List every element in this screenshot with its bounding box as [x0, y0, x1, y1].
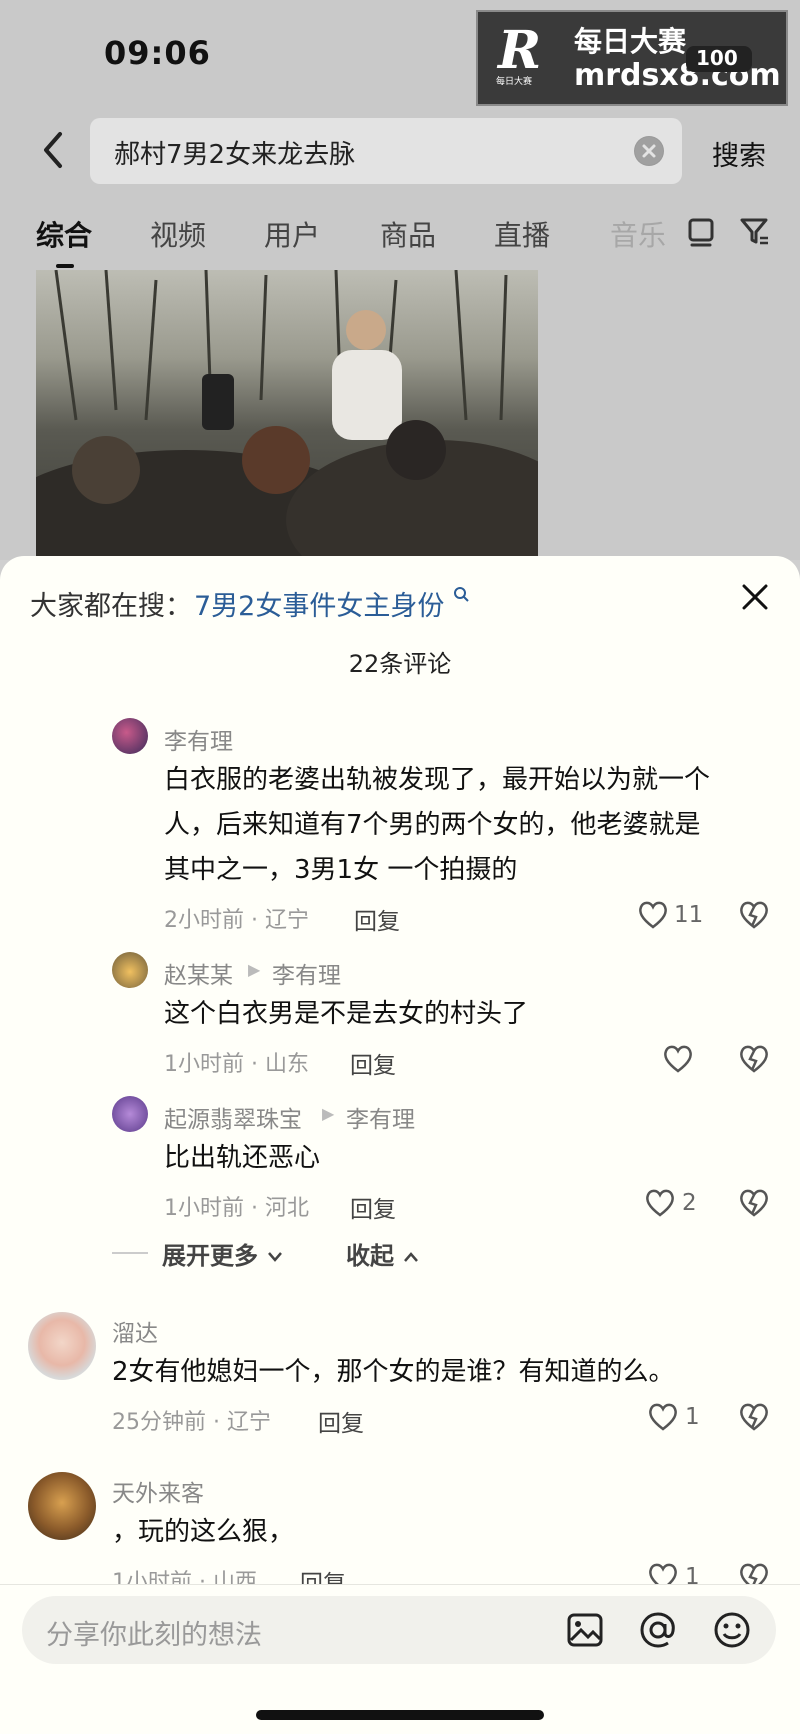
comment-username[interactable]: 溜达 — [112, 1314, 158, 1348]
avatar[interactable] — [112, 718, 148, 754]
comment-text-line: ，玩的这么狠， — [112, 1517, 295, 1547]
like-count: 11 — [674, 902, 704, 928]
comment-text-line: 人，后来知道有7个男的两个女的，他老婆就是 — [164, 810, 701, 840]
comment-meta: 1小时前 · 山东 — [164, 1052, 309, 1077]
battery-level: 100 — [696, 46, 738, 70]
tab-all[interactable]: 综合 — [36, 214, 92, 254]
reply-button[interactable]: 回复 — [318, 1404, 364, 1438]
tab-users[interactable]: 用户 — [264, 214, 320, 254]
comment-username[interactable]: 起源翡翠珠宝 — [164, 1100, 302, 1134]
expand-more-button[interactable]: 展开更多 — [162, 1236, 284, 1271]
comment-text-line: 比出轨还恶心 — [164, 1143, 321, 1173]
chevron-up-icon — [404, 1252, 419, 1262]
expand-divider — [112, 1252, 148, 1254]
search-input[interactable]: 郝村7男2女来龙去脉 — [90, 118, 682, 184]
collapse-label: 收起 — [346, 1242, 394, 1270]
avatar[interactable] — [112, 1096, 148, 1132]
divider — [0, 1584, 800, 1585]
tab-live[interactable]: 直播 — [494, 214, 550, 254]
comment-text-line: 这个白衣男是不是去女的村头了 — [164, 999, 529, 1029]
comment-username[interactable]: 赵某某 — [164, 956, 233, 990]
comment-username[interactable]: 李有理 — [164, 722, 233, 756]
comment-count: 22条评论 — [348, 650, 452, 678]
comment-meta: 1小时前 · 河北 — [164, 1196, 309, 1221]
dislike-icon[interactable] — [738, 1188, 770, 1218]
video-thumbnail-image — [36, 270, 538, 560]
comment-meta: 2小时前 · 辽宁 — [164, 908, 309, 933]
back-icon[interactable] — [36, 128, 72, 172]
status-time: 09:06 — [104, 34, 211, 72]
filter-icon[interactable] — [738, 214, 772, 248]
hot-search-text: 7男2女事件女主身份 — [194, 591, 445, 622]
search-query: 郝村7男2女来龙去脉 — [114, 140, 356, 170]
close-icon[interactable] — [738, 580, 772, 614]
avatar[interactable] — [112, 952, 148, 988]
reply-arrow-icon: ▶ — [322, 1104, 335, 1123]
avatar[interactable] — [28, 1312, 96, 1380]
avatar[interactable] — [28, 1472, 96, 1540]
comments-sheet: 大家都在搜： 7男2女事件女主身份 22条评论 李有理 白衣服的老婆出轨被发现了… — [0, 556, 800, 1734]
collapse-button[interactable]: 收起 — [346, 1236, 420, 1271]
video-thumbnail[interactable] — [36, 270, 538, 560]
watermark-logo-caption: 每日大赛 — [496, 77, 533, 87]
watermark-title: 每日大赛 — [574, 25, 687, 58]
battery-icon: 100 — [686, 46, 752, 72]
hot-search-link[interactable]: 7男2女事件女主身份 — [194, 584, 471, 623]
heart-icon[interactable] — [644, 1188, 676, 1218]
heart-icon[interactable] — [637, 900, 669, 930]
image-icon[interactable] — [566, 1612, 604, 1648]
comment-meta: 25分钟前 · 辽宁 — [112, 1410, 271, 1435]
reply-arrow-icon: ▶ — [248, 960, 261, 979]
like-count: 1 — [685, 1404, 700, 1430]
reply-button[interactable]: 回复 — [350, 1190, 396, 1224]
tab-video[interactable]: 视频 — [150, 214, 206, 254]
dislike-icon[interactable] — [738, 900, 770, 930]
reply-button[interactable]: 回复 — [350, 1046, 396, 1080]
comment-text-line: 2女有他媳妇一个，那个女的是谁？有知道的么。 — [112, 1357, 675, 1387]
comment-input-placeholder: 分享你此刻的想法 — [46, 1620, 262, 1651]
comment-username[interactable]: 天外来客 — [112, 1474, 204, 1508]
tab-products[interactable]: 商品 — [380, 214, 436, 254]
home-indicator — [256, 1710, 544, 1720]
hot-search-label: 大家都在搜： — [30, 591, 192, 622]
reply-button[interactable]: 回复 — [354, 902, 400, 936]
dislike-icon[interactable] — [738, 1044, 770, 1074]
comment-text-line: 其中之一，3男1女 一个拍摄的 — [164, 855, 518, 885]
screen-icon[interactable] — [686, 216, 716, 248]
comment-text-line: 白衣服的老婆出轨被发现了，最开始以为就一个 — [164, 765, 711, 795]
reply-to-username[interactable]: 李有理 — [346, 1100, 415, 1134]
clear-icon[interactable] — [634, 136, 664, 166]
search-button[interactable]: 搜索 — [712, 134, 766, 173]
expand-more-label: 展开更多 — [162, 1242, 258, 1270]
watermark-logo: R — [498, 20, 542, 81]
comment-input-bar: 分享你此刻的想法 — [0, 1584, 800, 1734]
watermark: R 每日大赛 每日大赛 mrdsx8.com 100 — [476, 10, 788, 106]
at-icon[interactable] — [638, 1610, 678, 1650]
like-count: 2 — [682, 1190, 697, 1216]
chevron-down-icon — [268, 1252, 283, 1262]
heart-icon[interactable] — [662, 1044, 694, 1074]
comment-input[interactable]: 分享你此刻的想法 — [22, 1596, 776, 1664]
tab-music[interactable]: 音乐 — [610, 214, 666, 254]
tab-indicator — [56, 264, 74, 268]
emoji-icon[interactable] — [712, 1610, 752, 1650]
dislike-icon[interactable] — [738, 1402, 770, 1432]
search-icon — [453, 587, 469, 602]
reply-to-username[interactable]: 李有理 — [272, 956, 341, 990]
heart-icon[interactable] — [647, 1402, 679, 1432]
